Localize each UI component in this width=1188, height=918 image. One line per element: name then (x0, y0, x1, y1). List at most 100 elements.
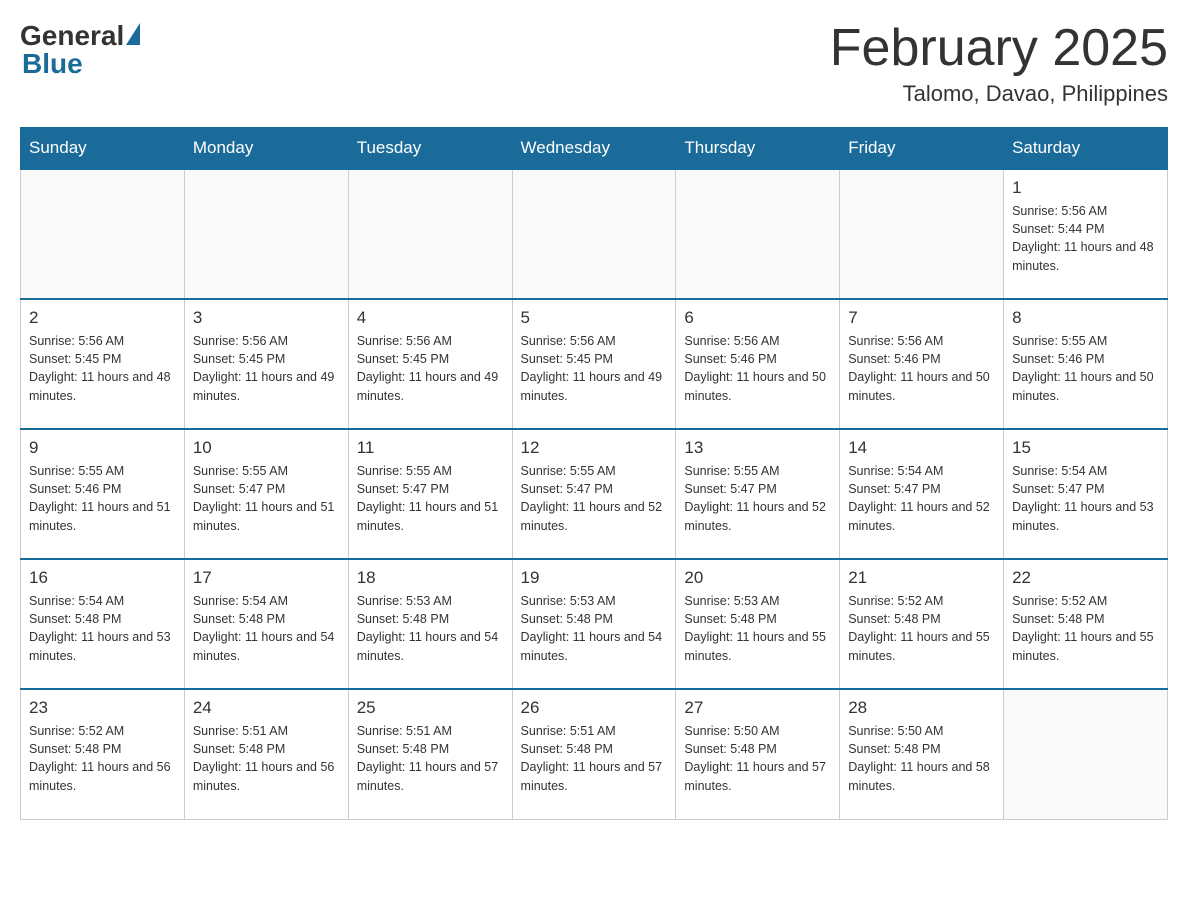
calendar-cell: 12 Sunrise: 5:55 AM Sunset: 5:47 PM Dayli… (512, 429, 676, 559)
weekday-header-wednesday: Wednesday (512, 128, 676, 170)
day-info: Sunrise: 5:56 AM Sunset: 5:46 PM Dayligh… (684, 332, 831, 405)
day-number: 25 (357, 698, 504, 718)
weekday-header-tuesday: Tuesday (348, 128, 512, 170)
calendar-cell: 14 Sunrise: 5:54 AM Sunset: 5:47 PM Dayli… (840, 429, 1004, 559)
calendar-cell: 13 Sunrise: 5:55 AM Sunset: 5:47 PM Dayli… (676, 429, 840, 559)
calendar-cell: 15Sunrise: 5:54 AM Sunset: 5:47 PM Dayli… (1004, 429, 1168, 559)
weekday-header-row: SundayMondayTuesdayWednesdayThursdayFrid… (21, 128, 1168, 170)
day-info: Sunrise: 5:56 AM Sunset: 5:45 PM Dayligh… (29, 332, 176, 405)
day-number: 1 (1012, 178, 1159, 198)
day-info: Sunrise: 5:54 AM Sunset: 5:47 PM Dayligh… (1012, 462, 1159, 535)
day-number: 8 (1012, 308, 1159, 328)
day-number: 10 (193, 438, 340, 458)
calendar-cell: 2Sunrise: 5:56 AM Sunset: 5:45 PM Daylig… (21, 299, 185, 429)
calendar-cell: 3 Sunrise: 5:56 AM Sunset: 5:45 PM Daylig… (184, 299, 348, 429)
day-info: Sunrise: 5:53 AM Sunset: 5:48 PM Dayligh… (684, 592, 831, 665)
calendar-cell: 18 Sunrise: 5:53 AM Sunset: 5:48 PM Dayli… (348, 559, 512, 689)
weekday-header-saturday: Saturday (1004, 128, 1168, 170)
calendar-cell: 24Sunrise: 5:51 AM Sunset: 5:48 PM Dayli… (184, 689, 348, 819)
day-number: 19 (521, 568, 668, 588)
day-number: 11 (357, 438, 504, 458)
logo-triangle-icon (126, 23, 140, 45)
day-info: Sunrise: 5:55 AM Sunset: 5:47 PM Dayligh… (357, 462, 504, 535)
calendar-cell: 11 Sunrise: 5:55 AM Sunset: 5:47 PM Dayli… (348, 429, 512, 559)
day-info: Sunrise: 5:54 AM Sunset: 5:47 PM Dayligh… (848, 462, 995, 535)
day-number: 18 (357, 568, 504, 588)
day-info: Sunrise: 5:50 AM Sunset: 5:48 PM Dayligh… (848, 722, 995, 795)
calendar-week-row: 2Sunrise: 5:56 AM Sunset: 5:45 PM Daylig… (21, 299, 1168, 429)
day-info: Sunrise: 5:56 AM Sunset: 5:46 PM Dayligh… (848, 332, 995, 405)
calendar-cell: 20 Sunrise: 5:53 AM Sunset: 5:48 PM Dayli… (676, 559, 840, 689)
calendar-cell (676, 169, 840, 299)
calendar-cell: 10 Sunrise: 5:55 AM Sunset: 5:47 PM Dayli… (184, 429, 348, 559)
calendar-week-row: 23Sunrise: 5:52 AM Sunset: 5:48 PM Dayli… (21, 689, 1168, 819)
day-info: Sunrise: 5:56 AM Sunset: 5:45 PM Dayligh… (193, 332, 340, 405)
day-info: Sunrise: 5:54 AM Sunset: 5:48 PM Dayligh… (193, 592, 340, 665)
calendar-cell: 19 Sunrise: 5:53 AM Sunset: 5:48 PM Dayli… (512, 559, 676, 689)
calendar-cell: 5 Sunrise: 5:56 AM Sunset: 5:45 PM Daylig… (512, 299, 676, 429)
logo: General Blue (20, 20, 140, 80)
day-number: 16 (29, 568, 176, 588)
calendar-cell: 26 Sunrise: 5:51 AM Sunset: 5:48 PM Dayli… (512, 689, 676, 819)
day-info: Sunrise: 5:51 AM Sunset: 5:48 PM Dayligh… (357, 722, 504, 795)
calendar-cell: 6 Sunrise: 5:56 AM Sunset: 5:46 PM Daylig… (676, 299, 840, 429)
day-info: Sunrise: 5:55 AM Sunset: 5:47 PM Dayligh… (684, 462, 831, 535)
calendar-week-row: 9 Sunrise: 5:55 AM Sunset: 5:46 PM Daylig… (21, 429, 1168, 559)
calendar-cell: 1 Sunrise: 5:56 AM Sunset: 5:44 PM Daylig… (1004, 169, 1168, 299)
day-number: 22 (1012, 568, 1159, 588)
day-info: Sunrise: 5:55 AM Sunset: 5:47 PM Dayligh… (521, 462, 668, 535)
calendar-cell (840, 169, 1004, 299)
calendar-table: SundayMondayTuesdayWednesdayThursdayFrid… (20, 127, 1168, 820)
day-info: Sunrise: 5:56 AM Sunset: 5:45 PM Dayligh… (357, 332, 504, 405)
calendar-cell: 27 Sunrise: 5:50 AM Sunset: 5:48 PM Dayli… (676, 689, 840, 819)
page-header: General Blue February 2025 Talomo, Davao… (20, 20, 1168, 107)
calendar-cell: 17 Sunrise: 5:54 AM Sunset: 5:48 PM Dayli… (184, 559, 348, 689)
day-info: Sunrise: 5:56 AM Sunset: 5:44 PM Dayligh… (1012, 202, 1159, 275)
calendar-week-row: 16 Sunrise: 5:54 AM Sunset: 5:48 PM Dayli… (21, 559, 1168, 689)
day-info: Sunrise: 5:55 AM Sunset: 5:47 PM Dayligh… (193, 462, 340, 535)
day-number: 12 (521, 438, 668, 458)
calendar-cell: 22 Sunrise: 5:52 AM Sunset: 5:48 PM Dayli… (1004, 559, 1168, 689)
month-title: February 2025 (830, 20, 1168, 77)
day-info: Sunrise: 5:52 AM Sunset: 5:48 PM Dayligh… (848, 592, 995, 665)
day-number: 5 (521, 308, 668, 328)
day-info: Sunrise: 5:51 AM Sunset: 5:48 PM Dayligh… (521, 722, 668, 795)
day-number: 3 (193, 308, 340, 328)
day-number: 28 (848, 698, 995, 718)
calendar-cell (184, 169, 348, 299)
day-info: Sunrise: 5:55 AM Sunset: 5:46 PM Dayligh… (29, 462, 176, 535)
calendar-week-row: 1 Sunrise: 5:56 AM Sunset: 5:44 PM Daylig… (21, 169, 1168, 299)
calendar-cell (1004, 689, 1168, 819)
day-number: 4 (357, 308, 504, 328)
weekday-header-friday: Friday (840, 128, 1004, 170)
day-number: 23 (29, 698, 176, 718)
weekday-header-thursday: Thursday (676, 128, 840, 170)
day-number: 14 (848, 438, 995, 458)
day-info: Sunrise: 5:52 AM Sunset: 5:48 PM Dayligh… (1012, 592, 1159, 665)
day-number: 9 (29, 438, 176, 458)
day-number: 20 (684, 568, 831, 588)
calendar-cell: 7 Sunrise: 5:56 AM Sunset: 5:46 PM Daylig… (840, 299, 1004, 429)
day-number: 27 (684, 698, 831, 718)
calendar-cell: 4 Sunrise: 5:56 AM Sunset: 5:45 PM Daylig… (348, 299, 512, 429)
day-info: Sunrise: 5:50 AM Sunset: 5:48 PM Dayligh… (684, 722, 831, 795)
calendar-cell: 23Sunrise: 5:52 AM Sunset: 5:48 PM Dayli… (21, 689, 185, 819)
calendar-cell: 8 Sunrise: 5:55 AM Sunset: 5:46 PM Daylig… (1004, 299, 1168, 429)
calendar-body: 1 Sunrise: 5:56 AM Sunset: 5:44 PM Daylig… (21, 169, 1168, 819)
calendar-cell: 21Sunrise: 5:52 AM Sunset: 5:48 PM Dayli… (840, 559, 1004, 689)
calendar-cell: 25 Sunrise: 5:51 AM Sunset: 5:48 PM Dayli… (348, 689, 512, 819)
day-number: 26 (521, 698, 668, 718)
day-info: Sunrise: 5:53 AM Sunset: 5:48 PM Dayligh… (521, 592, 668, 665)
calendar-cell (512, 169, 676, 299)
weekday-header-sunday: Sunday (21, 128, 185, 170)
day-number: 13 (684, 438, 831, 458)
day-info: Sunrise: 5:55 AM Sunset: 5:46 PM Dayligh… (1012, 332, 1159, 405)
day-info: Sunrise: 5:53 AM Sunset: 5:48 PM Dayligh… (357, 592, 504, 665)
day-number: 6 (684, 308, 831, 328)
day-number: 17 (193, 568, 340, 588)
calendar-cell (21, 169, 185, 299)
day-number: 24 (193, 698, 340, 718)
day-number: 7 (848, 308, 995, 328)
day-info: Sunrise: 5:56 AM Sunset: 5:45 PM Dayligh… (521, 332, 668, 405)
calendar-cell (348, 169, 512, 299)
